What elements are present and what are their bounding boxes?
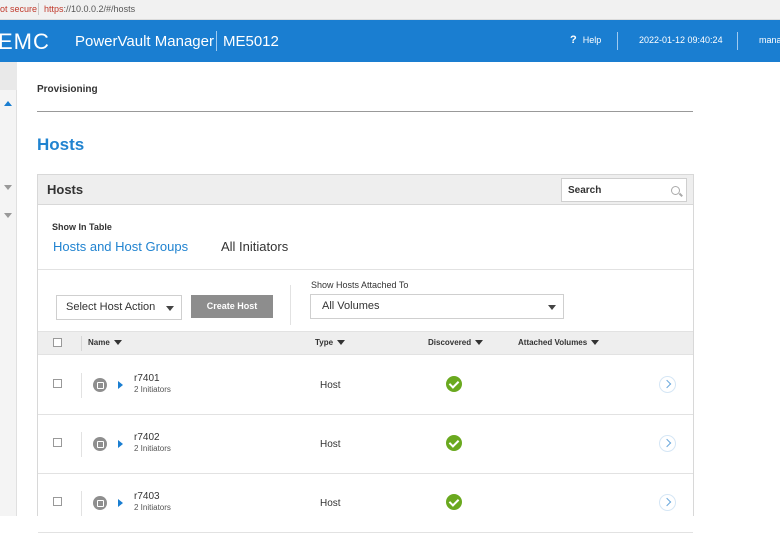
host-type: Host	[320, 439, 341, 450]
tab-hosts-and-host-groups[interactable]: Hosts and Host Groups	[53, 239, 188, 254]
attached-volumes-value: All Volumes	[322, 300, 380, 312]
attached-volumes-select[interactable]: All Volumes	[310, 294, 564, 319]
breadcrumb-divider	[37, 111, 693, 112]
host-initiators: 2 Initiators	[134, 444, 171, 453]
sort-icon	[113, 340, 122, 345]
host-type: Host	[320, 498, 341, 509]
column-label: Discovered	[428, 338, 472, 347]
column-label: Attached Volumes	[518, 338, 588, 347]
column-header-type[interactable]: Type	[315, 338, 346, 347]
panel-header: Hosts	[38, 175, 693, 205]
search-input[interactable]	[562, 179, 662, 201]
sort-icon	[591, 340, 600, 345]
nav-active-section[interactable]	[0, 62, 17, 90]
url-path: ://10.0.0.2/#/hosts	[63, 4, 136, 14]
row-divider	[81, 491, 82, 516]
section-divider	[38, 269, 693, 270]
column-header-attached-volumes[interactable]: Attached Volumes	[518, 338, 600, 347]
check-circle-icon	[446, 376, 462, 392]
panel-title: Hosts	[47, 182, 84, 197]
host-initiators: 2 Initiators	[134, 503, 171, 512]
chevron-down-icon	[166, 306, 174, 311]
system-datetime: 2022-01-12 09:40:24	[639, 35, 723, 45]
row-checkbox[interactable]	[53, 379, 62, 388]
row-divider	[81, 373, 82, 398]
host-icon	[93, 496, 107, 510]
select-all-checkbox[interactable]	[53, 338, 62, 347]
row-divider	[81, 432, 82, 457]
host-type: Host	[320, 380, 341, 391]
header-divider	[216, 31, 217, 51]
left-nav-rail	[0, 62, 17, 516]
expand-down-icon[interactable]	[4, 185, 12, 190]
collapse-up-icon[interactable]	[4, 101, 12, 106]
help-icon: ?	[570, 34, 577, 46]
table-row[interactable]: r7403 2 Initiators Host	[38, 474, 693, 533]
chevron-right-circle-icon[interactable]	[659, 376, 676, 393]
sort-icon	[475, 340, 484, 345]
expand-row-icon[interactable]	[118, 499, 123, 507]
help-link[interactable]: ? Help	[570, 34, 601, 46]
show-in-table-label: Show In Table	[52, 222, 112, 232]
table-header: Name Type Discovered Attached Volumes	[38, 331, 693, 355]
check-circle-icon	[446, 494, 462, 510]
row-checkbox[interactable]	[53, 438, 62, 447]
page-title: Hosts	[37, 135, 85, 154]
chevron-right-circle-icon[interactable]	[659, 435, 676, 452]
system-model: ME5012	[223, 33, 279, 50]
expand-down-icon[interactable]	[4, 213, 12, 218]
address-separator	[38, 3, 39, 15]
column-header-discovered[interactable]: Discovered	[428, 338, 484, 347]
hosts-panel: Hosts Show In Table Hosts and Host Group…	[37, 174, 694, 533]
breadcrumb[interactable]: Provisioning	[37, 84, 98, 95]
expand-row-icon[interactable]	[118, 381, 123, 389]
brand-logo: EMC	[0, 29, 50, 54]
browser-address-bar: ot secure https://10.0.0.2/#/hosts	[0, 0, 780, 20]
sort-icon	[337, 340, 346, 345]
help-label: Help	[582, 35, 602, 45]
create-host-button[interactable]: Create Host	[191, 295, 273, 318]
url-protocol: https	[44, 4, 64, 14]
security-indicator[interactable]: ot secure	[0, 0, 37, 18]
toolbar-divider	[290, 285, 291, 325]
tab-all-initiators[interactable]: All Initiators	[221, 239, 288, 254]
column-label: Type	[315, 338, 334, 347]
table-row[interactable]: r7401 2 Initiators Host	[38, 356, 693, 415]
search-icon[interactable]	[671, 186, 680, 195]
host-icon	[93, 437, 107, 451]
header-divider	[617, 32, 618, 50]
column-header-name[interactable]: Name	[88, 338, 122, 347]
user-menu[interactable]: mana	[759, 35, 780, 45]
search-box[interactable]	[561, 178, 687, 202]
host-initiators: 2 Initiators	[134, 385, 171, 394]
attached-to-label: Show Hosts Attached To	[311, 280, 409, 290]
header-divider	[737, 32, 738, 50]
column-divider	[81, 336, 82, 351]
column-label: Name	[88, 338, 110, 347]
top-header: EMC PowerVault Manager ME5012 ? Help 202…	[0, 20, 780, 62]
expand-row-icon[interactable]	[118, 440, 123, 448]
host-name: r7401	[134, 373, 160, 384]
chevron-down-icon	[548, 305, 556, 310]
check-circle-icon	[446, 435, 462, 451]
url-text[interactable]: https://10.0.0.2/#/hosts	[44, 0, 135, 18]
app-name: PowerVault Manager	[75, 33, 214, 50]
chevron-right-circle-icon[interactable]	[659, 494, 676, 511]
host-action-value: Select Host Action	[66, 301, 156, 313]
host-icon	[93, 378, 107, 392]
host-name: r7403	[134, 491, 160, 502]
row-checkbox[interactable]	[53, 497, 62, 506]
host-name: r7402	[134, 432, 160, 443]
host-action-select[interactable]: Select Host Action	[56, 295, 182, 320]
table-row[interactable]: r7402 2 Initiators Host	[38, 415, 693, 474]
